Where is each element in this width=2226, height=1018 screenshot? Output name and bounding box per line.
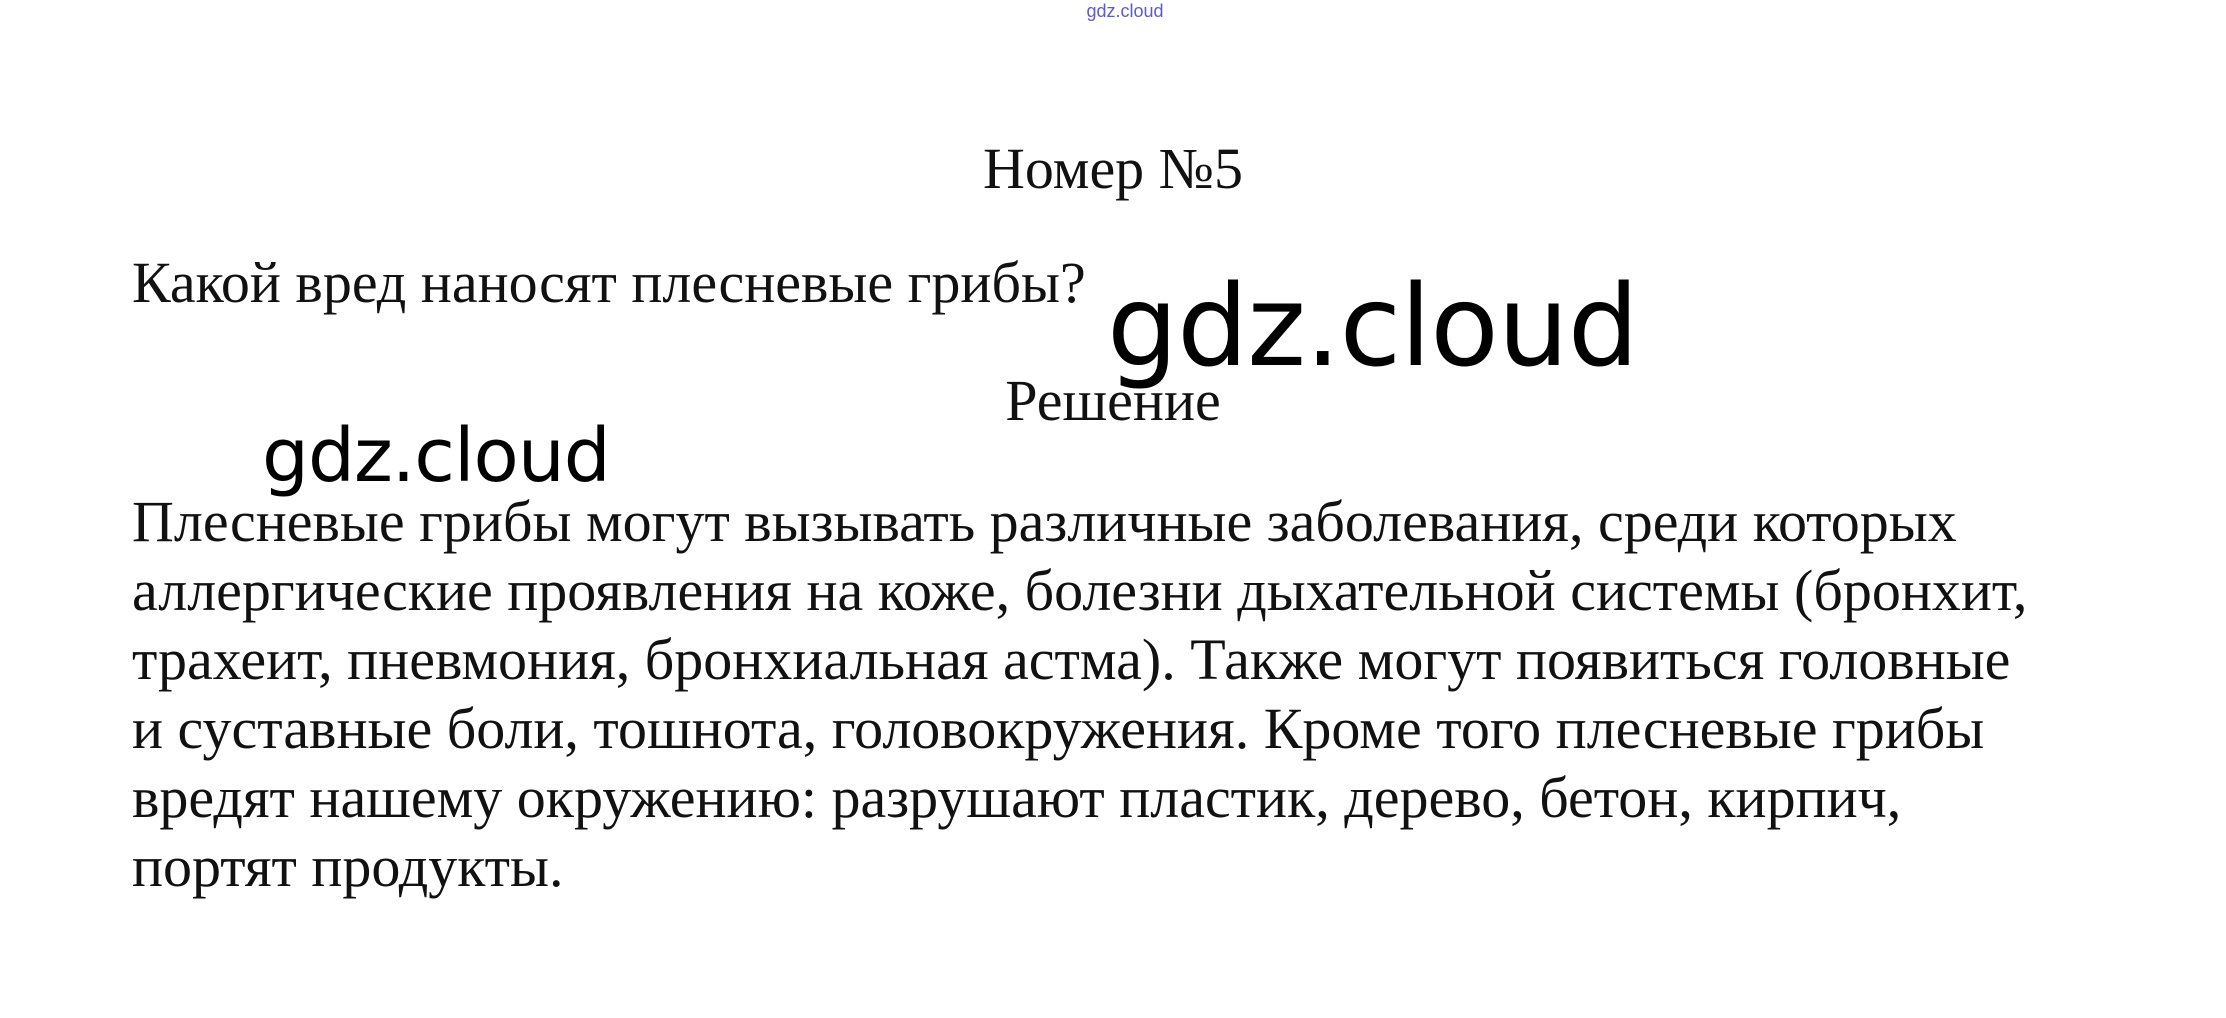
answer-line: Плесневые грибы могут вызывать различные… [132, 489, 1957, 554]
answer-paragraph: Плесневые грибы могут вызывать различные… [132, 487, 2142, 901]
answer-line: аллергические проявления на коже, болезн… [132, 558, 2028, 623]
question-text: Какой вред наносят плесневые грибы? [132, 250, 1086, 315]
answer-line: портят продукты. [132, 834, 564, 899]
exercise-number-title: Номер №5 [982, 136, 1244, 201]
answer-line: и суставные боли, тошнота, головокружени… [132, 696, 1985, 761]
site-link[interactable]: gdz.cloud [1085, 0, 1165, 22]
document-page: gdz.cloud Номер №5 Какой вред наносят пл… [0, 0, 2226, 1018]
answer-line: вредят нашему окружению: разрушают пласт… [132, 765, 1902, 830]
answer-line: трахеит, пневмония, бронхиальная астма).… [132, 627, 2011, 692]
